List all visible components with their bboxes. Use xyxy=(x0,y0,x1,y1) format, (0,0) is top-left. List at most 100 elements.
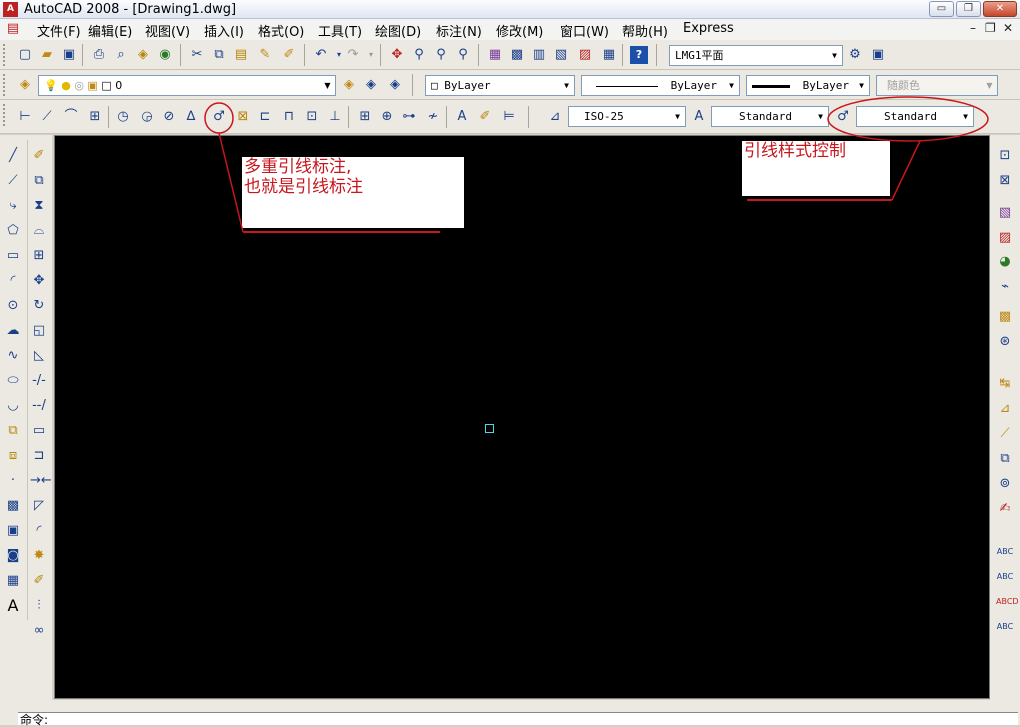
menu-tools[interactable]: 工具(T) xyxy=(318,21,362,40)
multileader-icon[interactable]: ♂ xyxy=(210,108,228,126)
region-icon[interactable]: ◙ xyxy=(4,547,22,565)
viewport-icon[interactable]: ⊠ xyxy=(996,172,1014,190)
redo-icon[interactable]: ↷ xyxy=(344,46,362,64)
fillet-icon[interactable]: ◜ xyxy=(30,522,48,540)
inspection-icon[interactable]: ⊶ xyxy=(400,108,418,126)
layer-combo[interactable]: 💡 ● ◎ ▣ □ 0 ▼ xyxy=(38,75,336,96)
menu-dimension[interactable]: 标注(N) xyxy=(436,21,482,40)
menu-modify[interactable]: 修改(M) xyxy=(496,21,543,40)
erase-icon[interactable]: ✐ xyxy=(30,147,48,165)
tolerance-icon[interactable]: ⊞ xyxy=(356,108,374,126)
multileader-style-icon[interactable]: ♂ xyxy=(834,108,852,126)
break-icon[interactable]: ⊐ xyxy=(30,447,48,465)
chevron-down-icon[interactable]: ▼ xyxy=(827,46,842,65)
layout-icon[interactable]: ⊡ xyxy=(996,147,1014,165)
chevron-down-icon[interactable]: ▼ xyxy=(559,76,574,95)
continue-dimension-icon[interactable]: ⊓ xyxy=(280,108,298,126)
linear-dimension-icon[interactable]: ⊢ xyxy=(16,108,34,126)
jogged-dimension-icon[interactable]: ◶ xyxy=(138,108,156,126)
mleaderstyle-combo[interactable]: Standard ▼ xyxy=(856,106,974,127)
linetype-combo[interactable]: ByLayer ▼ xyxy=(581,75,740,96)
rotate-icon[interactable]: ↻ xyxy=(30,297,48,315)
make-current-layer-icon[interactable]: ◈ xyxy=(340,76,358,94)
menu-file[interactable]: 文件(F) xyxy=(37,21,81,40)
layer-states-icon[interactable]: ◈ xyxy=(386,76,404,94)
quick-dimension-icon[interactable]: ⊠ xyxy=(234,108,252,126)
camera-icon[interactable]: ⊛ xyxy=(996,333,1014,351)
text-abcd-icon[interactable]: ABCD xyxy=(996,593,1019,611)
3d-dwf-icon[interactable]: ◉ xyxy=(156,46,174,64)
redo-dropdown-icon[interactable]: ▾ xyxy=(362,46,380,64)
dimension-break-icon[interactable]: ⊥ xyxy=(326,108,344,126)
insert-block-icon[interactable]: ⧉ xyxy=(4,422,22,440)
make-block-icon[interactable]: ⧈ xyxy=(4,447,22,465)
array-icon[interactable]: ⊞ xyxy=(30,247,48,265)
menu-edit[interactable]: 编辑(E) xyxy=(88,21,132,40)
scale-icon[interactable]: ◱ xyxy=(30,322,48,340)
multiple-objects-icon[interactable]: ⫶ xyxy=(30,597,48,615)
close-button[interactable]: ✕ xyxy=(983,1,1017,17)
lightbulb-icon[interactable]: 💡 xyxy=(44,79,58,92)
save-icon[interactable]: ▣ xyxy=(60,46,78,64)
ellipse-icon[interactable]: ⬭ xyxy=(4,372,22,390)
angular-dimension-icon[interactable]: ∆ xyxy=(182,108,200,126)
join-icon[interactable]: →← xyxy=(30,472,52,490)
textstyle-combo[interactable]: Standard ▼ xyxy=(711,106,829,127)
break-at-point-icon[interactable]: ▭ xyxy=(30,422,48,440)
dimension-style-icon[interactable]: ⊿ xyxy=(546,108,564,126)
ordinate-dimension-icon[interactable]: ⊞ xyxy=(86,108,104,126)
dimension-space-icon[interactable]: ⊡ xyxy=(303,108,321,126)
copy-icon[interactable]: ⧉ xyxy=(210,46,228,64)
multiline-text-icon[interactable]: A xyxy=(4,597,22,615)
group-icon[interactable]: ∞ xyxy=(30,622,48,640)
zoom-window-icon[interactable]: ⚲ xyxy=(432,46,450,64)
chevron-down-icon[interactable]: ▼ xyxy=(854,76,869,95)
calculator-icon[interactable]: ▦ xyxy=(600,46,618,64)
mdi-minimize-button[interactable]: – xyxy=(970,21,976,35)
sheet-set-icon[interactable]: ▧ xyxy=(552,46,570,64)
explode-icon[interactable]: ✸ xyxy=(30,547,48,565)
undo-icon[interactable]: ↶ xyxy=(312,46,330,64)
ellipse-arc-icon[interactable]: ◡ xyxy=(4,397,22,415)
sun-properties-icon[interactable]: ▩ xyxy=(996,308,1014,326)
chevron-down-icon[interactable]: ▼ xyxy=(982,76,997,95)
dimension-edit-right-icon[interactable]: ↹ xyxy=(996,375,1014,393)
arc-icon[interactable]: ◜ xyxy=(4,272,22,290)
menu-help[interactable]: 帮助(H) xyxy=(622,21,668,40)
baseline-dimension-icon[interactable]: ⊏ xyxy=(256,108,274,126)
document-icon[interactable]: ▤ xyxy=(4,20,22,38)
toolbar-grip[interactable] xyxy=(3,74,6,96)
polygon-icon[interactable]: ⬠ xyxy=(4,222,22,240)
print-icon[interactable]: ⎙ xyxy=(90,46,108,64)
sun-icon[interactable]: ● xyxy=(61,79,71,92)
chevron-down-icon[interactable]: ▼ xyxy=(958,107,973,126)
construction-line-icon[interactable]: ⟋ xyxy=(4,172,22,190)
hatch-icon[interactable]: ▩ xyxy=(4,497,22,515)
render-icon[interactable]: ▧ xyxy=(996,204,1014,222)
design-center-icon[interactable]: ▩ xyxy=(508,46,526,64)
color-combo[interactable]: □ ByLayer ▼ xyxy=(425,75,575,96)
command-line[interactable]: 命令: xyxy=(18,712,1018,727)
print-preview-icon[interactable]: ⌕ xyxy=(112,46,130,64)
copy-object-icon[interactable]: ⧉ xyxy=(30,172,48,190)
offset-icon[interactable]: ⌓ xyxy=(30,222,48,240)
attach-icon[interactable]: ⊚ xyxy=(996,475,1014,493)
menu-format[interactable]: 格式(O) xyxy=(258,21,304,40)
block-editor-icon[interactable]: ✐ xyxy=(280,46,298,64)
point-icon[interactable]: · xyxy=(4,472,22,490)
trim-icon[interactable]: -/- xyxy=(30,372,48,390)
center-mark-icon[interactable]: ⊕ xyxy=(378,108,396,126)
reference-icon[interactable]: ⧉ xyxy=(996,450,1014,468)
move-icon[interactable]: ✥ xyxy=(30,272,48,290)
menu-draw[interactable]: 绘图(D) xyxy=(375,21,421,40)
radius-dimension-icon[interactable]: ◷ xyxy=(114,108,132,126)
spline-icon[interactable]: ∿ xyxy=(4,347,22,365)
zoom-previous-icon[interactable]: ⚲ xyxy=(454,46,472,64)
text-abc-scale-icon[interactable]: ABC xyxy=(996,618,1014,636)
restore-button[interactable]: ❐ xyxy=(956,1,981,17)
tool-palettes-icon[interactable]: ▥ xyxy=(530,46,548,64)
plotstyle-combo[interactable]: 随颜色 ▼ xyxy=(876,75,998,96)
lock-icon[interactable]: ◎ xyxy=(74,79,84,92)
layer-lock-icon[interactable]: ▣ xyxy=(87,79,97,92)
dimstyle-combo[interactable]: ISO-25 ▼ xyxy=(568,106,686,127)
